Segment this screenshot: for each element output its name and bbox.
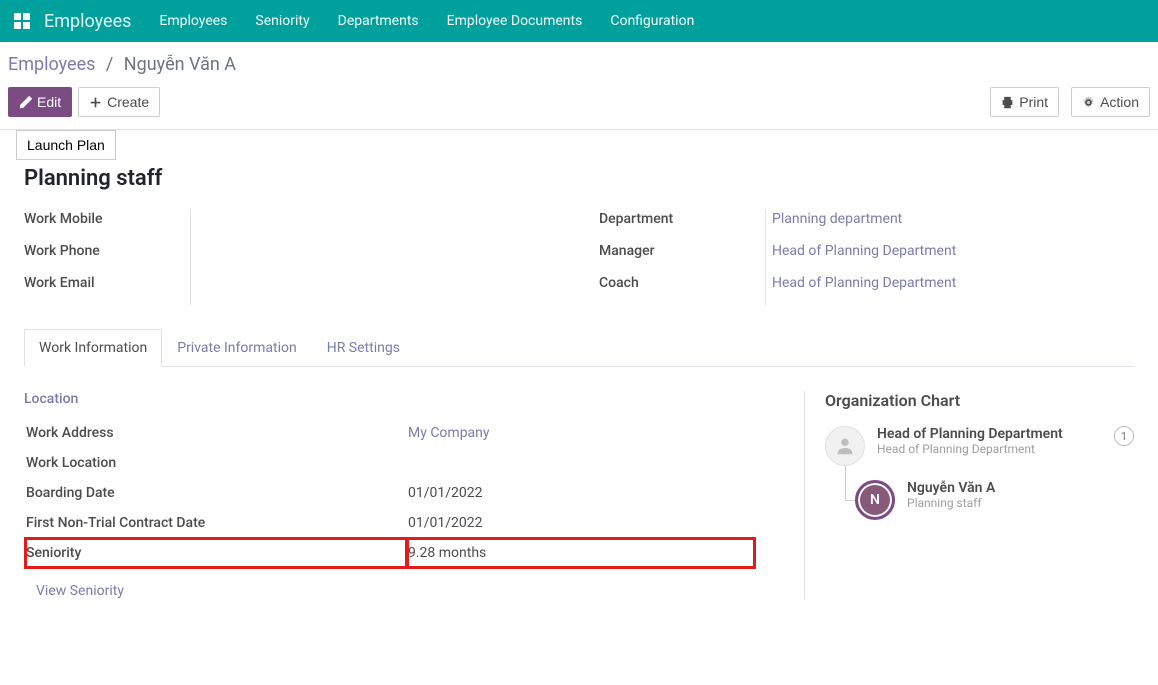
org-chart-title: Organization Chart: [825, 391, 1134, 410]
value-coach[interactable]: Head of Planning Department: [772, 273, 1134, 291]
apps-icon[interactable]: [12, 11, 32, 31]
value-first-contract-date: 01/01/2022: [408, 509, 754, 537]
value-work-mobile: [197, 209, 559, 211]
value-work-phone: [197, 241, 559, 243]
edit-button-label: Edit: [37, 94, 61, 110]
divider: [765, 209, 766, 305]
nav-employees[interactable]: Employees: [159, 13, 227, 29]
tabs: Work Information Private Information HR …: [24, 329, 1134, 367]
create-button[interactable]: Create: [78, 87, 160, 117]
org-node-manager[interactable]: Head of Planning Department Head of Plan…: [825, 426, 1134, 466]
app-title[interactable]: Employees: [44, 11, 131, 32]
location-table: Work Address My Company Work Location Bo…: [24, 417, 756, 569]
plus-icon: [89, 96, 102, 109]
org-current-name: Nguyễn Văn A: [907, 480, 1134, 496]
top-navbar: Employees Employees Seniority Department…: [0, 0, 1158, 42]
avatar-placeholder-icon: [825, 426, 865, 466]
org-manager-name: Head of Planning Department: [877, 426, 1102, 442]
org-manager-subtitle: Head of Planning Department: [877, 442, 1102, 456]
value-work-address[interactable]: My Company: [408, 419, 754, 447]
nav-departments[interactable]: Departments: [338, 13, 419, 29]
create-button-label: Create: [107, 94, 149, 110]
label-work-email: Work Email: [24, 273, 184, 291]
nav-configuration[interactable]: Configuration: [610, 13, 694, 29]
edit-button[interactable]: Edit: [8, 87, 72, 117]
control-panel: Employees / Nguyễn Văn A Edit Create Pri…: [0, 42, 1158, 130]
value-work-email: [197, 273, 559, 275]
value-boarding-date: 01/01/2022: [408, 479, 754, 507]
tab-private-information[interactable]: Private Information: [162, 329, 311, 367]
view-seniority-link[interactable]: View Seniority: [24, 583, 124, 599]
label-first-contract-date: First Non-Trial Contract Date: [26, 509, 406, 537]
tab-hr-settings[interactable]: HR Settings: [312, 329, 415, 367]
org-manager-count[interactable]: 1: [1114, 426, 1134, 446]
gear-icon: [1082, 96, 1095, 109]
seniority-row: Seniority 9.28 months: [26, 539, 754, 567]
org-node-current[interactable]: N Nguyễn Văn A Planning staff: [855, 480, 1134, 520]
breadcrumb-separator: /: [106, 54, 113, 75]
pencil-icon: [19, 96, 32, 109]
avatar-letter: N: [855, 480, 895, 520]
print-icon: [1001, 96, 1014, 109]
breadcrumb: Employees / Nguyễn Văn A: [8, 54, 1150, 75]
label-work-mobile: Work Mobile: [24, 209, 184, 227]
form-sheet: Launch Plan Planning staff Work Mobile W…: [0, 130, 1158, 623]
record-title: Planning staff: [24, 166, 1134, 191]
breadcrumb-current: Nguyễn Văn A: [124, 54, 236, 75]
value-manager[interactable]: Head of Planning Department: [772, 241, 1134, 259]
action-button[interactable]: Action: [1071, 87, 1150, 117]
nav-seniority[interactable]: Seniority: [255, 13, 309, 29]
org-current-subtitle: Planning staff: [907, 496, 1134, 510]
value-department[interactable]: Planning department: [772, 209, 1134, 227]
label-work-phone: Work Phone: [24, 241, 184, 259]
label-coach: Coach: [599, 273, 759, 291]
label-work-address: Work Address: [26, 419, 406, 447]
label-boarding-date: Boarding Date: [26, 479, 406, 507]
label-department: Department: [599, 209, 759, 227]
value-work-location: [408, 449, 754, 477]
nav-employee-documents[interactable]: Employee Documents: [447, 13, 583, 29]
print-button-label: Print: [1019, 94, 1048, 110]
breadcrumb-root[interactable]: Employees: [8, 54, 95, 75]
print-button[interactable]: Print: [990, 87, 1059, 117]
label-manager: Manager: [599, 241, 759, 259]
label-work-location: Work Location: [26, 449, 406, 477]
tab-work-information[interactable]: Work Information: [24, 329, 162, 367]
label-seniority: Seniority: [26, 539, 406, 567]
section-location-title: Location: [24, 391, 756, 407]
action-button-label: Action: [1100, 94, 1139, 110]
value-seniority: 9.28 months: [408, 539, 754, 567]
divider: [190, 209, 191, 305]
launch-plan-button[interactable]: Launch Plan: [16, 130, 116, 160]
